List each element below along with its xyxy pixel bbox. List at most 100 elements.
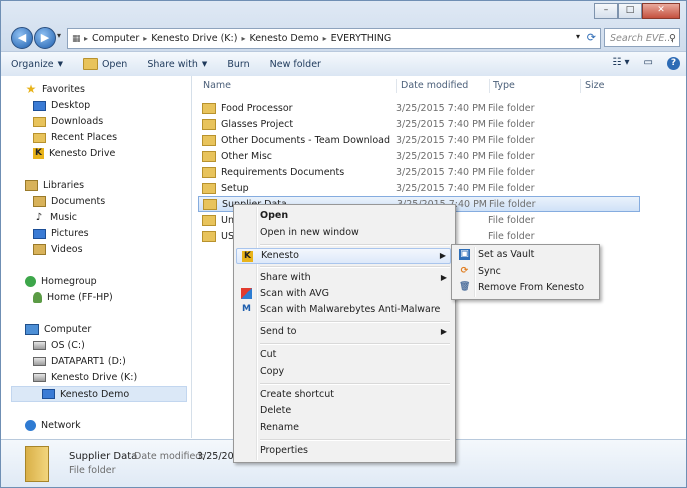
column-header-date[interactable]: Date modified [401,76,468,96]
file-type: File folder [488,182,535,194]
music-icon: ♪ [35,212,43,223]
menu-item-properties[interactable]: Properties [236,443,308,459]
nav-downloads[interactable]: Downloads [33,116,103,127]
column-header-type[interactable]: Type [493,76,515,96]
nav-music[interactable]: ♪ Music [33,212,77,223]
menu-item-cut[interactable]: Cut [236,347,276,363]
documents-icon [33,196,46,207]
menu-item-kenesto[interactable]: K Kenesto ▶ [236,248,451,264]
breadcrumb-kenesto-demo[interactable]: Kenesto Demo [245,33,322,44]
menu-label: Scan with Malwarebytes Anti-Malware [260,304,441,315]
view-options-icon[interactable]: ☷ ▾ [612,57,629,70]
column-header-name[interactable]: Name [203,76,231,96]
menu-item-scan-malwarebytes[interactable]: M Scan with Malwarebytes Anti-Malware [236,302,440,318]
burn-button[interactable]: Burn [217,59,259,70]
menu-item-remove-from-kenesto[interactable]: 🗑 Remove From Kenesto [454,280,584,296]
organize-button[interactable]: Organize ▼ [1,59,73,70]
menu-separator [260,383,450,385]
address-dropdown-icon[interactable]: ▾ [576,32,580,41]
preview-pane-icon[interactable]: ▭ [644,57,653,70]
breadcrumb-computer[interactable]: Computer [88,33,143,44]
nav-pictures[interactable]: Pictures [33,228,89,239]
minimize-button[interactable]: – [594,3,618,19]
folder-icon [42,389,55,399]
nav-os-c[interactable]: OS (C:) [33,340,85,351]
folder-icon [202,102,216,114]
menu-label: Kenesto [261,250,299,261]
address-bar[interactable]: ▦ ▸ Computer ▸ Kenesto Drive (K:) ▸ Kene… [67,28,601,49]
nav-videos[interactable]: Videos [33,244,83,255]
nav-kenesto-drive-k[interactable]: Kenesto Drive (K:) [33,372,137,383]
column-divider[interactable] [580,79,581,93]
menu-item-share-with[interactable]: Share with ▶ [236,270,451,286]
folder-icon [202,182,216,194]
search-placeholder: Search EVE... [610,33,674,44]
nav-documents[interactable]: Documents [33,196,105,207]
nav-label: Computer [44,324,92,335]
nav-datapart1[interactable]: DATAPART1 (D:) [33,356,126,367]
forward-button[interactable]: ▶ [34,27,56,49]
nav-label: Kenesto Drive [49,148,116,159]
menu-separator [260,343,450,345]
column-header-size[interactable]: Size [585,76,605,96]
nav-libraries[interactable]: Libraries [25,180,84,191]
column-divider[interactable] [489,79,490,93]
nav-homegroup[interactable]: Homegroup [25,276,97,287]
menu-item-send-to[interactable]: Send to ▶ [236,324,451,340]
search-input[interactable]: Search EVE... ⚲ [604,28,680,47]
menu-item-rename[interactable]: Rename [236,420,299,436]
breadcrumb-everything[interactable]: EVERYTHING [327,33,396,44]
back-button[interactable]: ◀ [11,27,33,49]
menu-item-scan-avg[interactable]: Scan with AVG [236,286,329,302]
menu-item-open[interactable]: Open [236,208,288,224]
recent-pages-dropdown-icon[interactable]: ▾ [57,31,61,40]
menu-item-open-new-window[interactable]: Open in new window [236,225,359,241]
table-row[interactable]: Food Processor 3/25/2015 7:40 PM File fold… [198,100,638,116]
star-icon: ★ [25,82,37,96]
menu-label: Cut [260,349,277,360]
nav-computer[interactable]: Computer [25,324,91,335]
computer-icon [25,324,39,335]
table-row[interactable]: Requirements Documents 3/25/2015 7:40 PM F… [198,164,638,180]
refresh-icon[interactable]: ⟳ [587,31,596,44]
new-folder-button[interactable]: New folder [260,59,331,70]
table-row[interactable]: Other Documents - Team Download 3/25/2015… [198,132,638,148]
drive-icon [33,373,46,382]
nav-kenesto-drive[interactable]: K Kenesto Drive [33,148,115,159]
nav-label: Videos [51,244,83,255]
folder-icon [202,118,216,130]
folder-icon [82,58,98,70]
folder-icon [202,214,216,226]
menu-item-set-as-vault[interactable]: ▣ Set as Vault [454,247,534,263]
nav-home-ff-hp[interactable]: Home (FF-HP) [33,292,113,303]
folder-icon [202,230,216,242]
nav-desktop[interactable]: Desktop [33,100,90,111]
location-icon: ▦ [72,33,81,44]
file-type: File folder [488,118,535,130]
menu-item-create-shortcut[interactable]: Create shortcut [236,387,334,403]
details-type: File folder [69,465,116,476]
table-row[interactable]: Other Misc 3/25/2015 7:40 PM File folder [198,148,638,164]
share-with-button[interactable]: Share with ▼ [137,59,217,70]
nav-favorites[interactable]: ★ Favorites [25,82,85,96]
menu-label: Rename [260,422,299,433]
breadcrumb-kenesto-drive[interactable]: Kenesto Drive (K:) [147,33,241,44]
nav-network[interactable]: Network [25,420,81,431]
menu-item-delete[interactable]: Delete [236,403,291,419]
open-button[interactable]: Open [73,58,137,70]
help-icon[interactable]: ? [667,57,680,70]
column-divider[interactable] [396,79,397,93]
nav-kenesto-demo[interactable]: Kenesto Demo [11,386,187,402]
table-row[interactable]: Setup 3/25/2015 7:40 PM File folder [198,180,638,196]
menu-item-sync[interactable]: ⟳ Sync [454,264,501,280]
nav-label: Recent Places [51,132,118,143]
vault-icon: ▣ [459,249,470,260]
maximize-button[interactable]: □ [618,3,642,19]
file-type: File folder [488,166,535,178]
table-row[interactable]: Glasses Project 3/25/2015 7:40 PM File fol… [198,116,638,132]
menu-item-copy[interactable]: Copy [236,364,284,380]
nav-label: Network [41,420,81,431]
nav-recent-places[interactable]: Recent Places [33,132,117,143]
close-button[interactable]: ✕ [642,3,680,19]
file-date: 3/25/2015 7:40 PM [396,134,487,146]
